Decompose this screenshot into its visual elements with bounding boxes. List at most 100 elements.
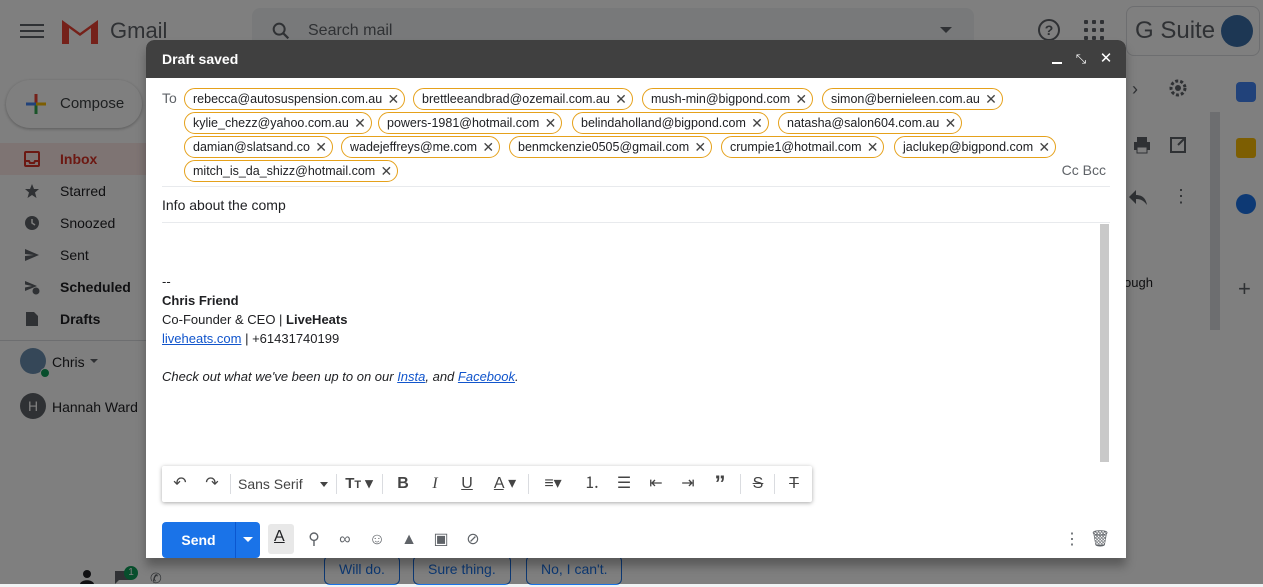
recipient-email: damian@slatsand.co [193, 140, 310, 154]
minimize-icon[interactable] [1048, 50, 1066, 68]
close-icon[interactable]: ✕ [1097, 50, 1115, 68]
recipient-email: belindaholland@bigpond.com [581, 116, 746, 130]
recipient-email: mitch_is_da_shizz@hotmail.com [193, 164, 376, 178]
attach-icon[interactable]: ⚲ [304, 530, 324, 550]
numbered-list-icon[interactable]: ⒈ [580, 466, 604, 502]
font-select-value: Sans Serif [238, 476, 303, 492]
compose-header[interactable]: Draft saved ⤡ ✕ [146, 40, 1126, 78]
signature-role: Co-Founder & CEO | LiveHeats [162, 312, 347, 327]
remove-recipient-icon[interactable]: ✕ [615, 89, 627, 109]
toolbar-divider [336, 474, 337, 494]
signature-phone: | +61431740199 [241, 331, 340, 346]
recipient-chip[interactable]: simon@bernieleen.com.au ✕ [822, 88, 1003, 110]
quote-icon[interactable]: ” [708, 466, 732, 502]
send-options-button[interactable] [235, 522, 260, 558]
signature-company: LiveHeats [286, 312, 348, 327]
recipient-email: simon@bernieleen.com.au [831, 92, 980, 106]
recipient-chip[interactable]: rebecca@autosuspension.com.au ✕ [184, 88, 406, 110]
remove-recipient-icon[interactable]: ✕ [354, 113, 366, 133]
website-link[interactable]: liveheats.com [162, 331, 241, 346]
toolbar-divider [528, 474, 529, 494]
insta-link[interactable]: Insta [397, 369, 425, 384]
indent-less-icon[interactable]: ⇤ [644, 466, 668, 502]
subject-field[interactable]: Info about the comp [162, 186, 1110, 223]
recipient-email: benmckenzie0505@gmail.com [518, 140, 690, 154]
signature-name: Chris Friend [162, 293, 239, 308]
recipient-email: jaclukep@bigpond.com [903, 140, 1034, 154]
indent-more-icon[interactable]: ⇥ [676, 466, 700, 502]
recipient-chip[interactable]: natasha@salon604.com.au ✕ [778, 112, 963, 134]
remove-recipient-icon[interactable]: ✕ [545, 113, 557, 133]
subject-input[interactable]: Info about the comp [162, 197, 286, 213]
align-icon[interactable]: ≡▾ [536, 466, 570, 502]
remove-recipient-icon[interactable]: ✕ [985, 89, 997, 109]
recipient-chip[interactable]: mush-min@bigpond.com ✕ [642, 88, 814, 110]
toolbar-divider [230, 474, 231, 494]
recipient-email: rebecca@autosuspension.com.au [193, 92, 383, 106]
underline-icon[interactable]: U [456, 466, 478, 502]
recipient-chip[interactable]: benmckenzie0505@gmail.com ✕ [509, 136, 713, 158]
recipient-chip[interactable]: kylie_chezz@yahoo.com.au ✕ [184, 112, 372, 134]
recipient-chip[interactable]: brettleeandbrad@ozemail.com.au ✕ [413, 88, 633, 110]
recipient-email: mush-min@bigpond.com [651, 92, 791, 106]
remove-recipient-icon[interactable]: ✕ [1038, 137, 1050, 157]
toolbar-divider [774, 474, 775, 494]
formatting-options-toggle[interactable]: A [268, 524, 294, 554]
strikethrough-icon[interactable]: S [746, 466, 770, 502]
font-size-icon[interactable]: TT ▾ [342, 466, 376, 502]
italic-icon[interactable]: I [424, 466, 446, 502]
font-select[interactable]: Sans Serif [236, 466, 334, 502]
recipient-chip[interactable]: crumpie1@hotmail.com ✕ [721, 136, 885, 158]
bold-icon[interactable]: B [392, 466, 414, 502]
text-color-icon[interactable]: A ▾ [488, 466, 522, 502]
remove-recipient-icon[interactable]: ✕ [795, 89, 807, 109]
recipient-email: crumpie1@hotmail.com [730, 140, 862, 154]
recipient-chip[interactable]: wadejeffreys@me.com ✕ [341, 136, 501, 158]
remove-formatting-icon[interactable]: T [782, 466, 806, 502]
remove-recipient-icon[interactable]: ✕ [387, 89, 399, 109]
toolbar-divider [382, 474, 383, 494]
remove-recipient-icon[interactable]: ✕ [482, 137, 494, 157]
remove-recipient-icon[interactable]: ✕ [380, 161, 392, 181]
recipient-email: kylie_chezz@yahoo.com.au [193, 116, 349, 130]
cc-bcc-link[interactable]: Cc Bcc [1062, 162, 1106, 178]
recipient-email: natasha@salon604.com.au [787, 116, 940, 130]
undo-icon[interactable]: ↶ [168, 466, 192, 502]
recipient-chip[interactable]: powers-1981@hotmail.com ✕ [378, 112, 563, 134]
facebook-link[interactable]: Facebook [458, 369, 515, 384]
body-scrollbar[interactable] [1100, 224, 1109, 462]
recipients-field[interactable]: To rebecca@autosuspension.com.au ✕ brettl… [162, 84, 1110, 187]
signature-role-text: Co-Founder & CEO | [162, 312, 287, 327]
signature-social-text: , and [425, 369, 458, 384]
link-icon[interactable]: ∞ [335, 530, 355, 550]
confidential-mode-icon[interactable]: ⊘ [463, 530, 483, 550]
bulleted-list-icon[interactable]: ☰ [612, 466, 636, 502]
remove-recipient-icon[interactable]: ✕ [315, 137, 327, 157]
remove-recipient-icon[interactable]: ✕ [694, 137, 706, 157]
recipient-chip[interactable]: damian@slatsand.co ✕ [184, 136, 333, 158]
recipient-chip[interactable]: jaclukep@bigpond.com ✕ [894, 136, 1057, 158]
send-button[interactable]: Send [162, 522, 235, 558]
emoji-icon[interactable]: ☺ [367, 530, 387, 550]
recipient-email: powers-1981@hotmail.com [387, 116, 540, 130]
remove-recipient-icon[interactable]: ✕ [751, 113, 763, 133]
signature-contact: liveheats.com | +61431740199 [162, 331, 339, 346]
drive-icon[interactable]: ▲ [399, 530, 419, 550]
more-options-icon[interactable]: ⋮ [1062, 530, 1082, 550]
remove-recipient-icon[interactable]: ✕ [945, 113, 957, 133]
redo-icon[interactable]: ↷ [200, 466, 224, 502]
formatting-toolbar: ↶ ↷ Sans Serif TT ▾ B I U A ▾ ≡▾ ⒈ ☰ ⇤ ⇥… [162, 466, 812, 502]
exit-fullscreen-icon[interactable]: ⤡ [1072, 50, 1090, 68]
message-body[interactable]: -- Chris Friend Co-Founder & CEO | LiveH… [162, 224, 1100, 462]
signature-social-text: Check out what we've been up to on our [162, 369, 398, 384]
photo-icon[interactable]: ▣ [431, 530, 451, 550]
recipient-chip[interactable]: mitch_is_da_shizz@hotmail.com ✕ [184, 160, 399, 182]
signature-social-text: . [515, 369, 519, 384]
to-label: To [162, 90, 177, 106]
text-format-icon: A [274, 528, 285, 545]
compose-window: Draft saved ⤡ ✕ To rebecca@autosuspensio… [146, 40, 1126, 558]
recipient-email: wadejeffreys@me.com [350, 140, 478, 154]
remove-recipient-icon[interactable]: ✕ [867, 137, 879, 157]
discard-draft-icon[interactable]: 🗑 [1090, 530, 1110, 550]
recipient-chip[interactable]: belindaholland@bigpond.com ✕ [572, 112, 769, 134]
